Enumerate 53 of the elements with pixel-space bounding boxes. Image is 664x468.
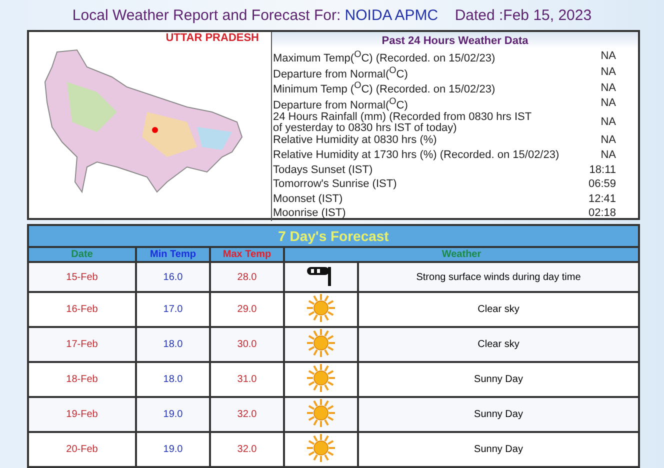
- table-cell: 20-Feb: [28, 432, 136, 467]
- data-value: 18:11: [589, 164, 616, 176]
- table-cell: 28.0: [210, 262, 284, 292]
- column-header: Max Temp: [210, 247, 284, 262]
- data-label: Moonrise (IST): [273, 208, 346, 220]
- sun-icon: [304, 328, 338, 358]
- table-cell: 18.0: [136, 327, 210, 362]
- table-cell: Sunny Day: [358, 397, 639, 432]
- table-cell: Sunny Day: [358, 432, 639, 467]
- data-label: Departure from Normal($^{O}$C): [273, 96, 408, 112]
- forecast-heading: 7 Day's Forecast: [28, 225, 639, 247]
- sun-icon: [304, 293, 338, 323]
- map-title: UTTAR PRADESH: [166, 32, 259, 44]
- table-cell: Strong surface winds during day time: [358, 262, 639, 292]
- column-header: Weather: [284, 247, 639, 262]
- section-heading: Past 24 Hours Weather Data: [272, 32, 638, 49]
- report-date: Dated :Feb 15, 2023: [454, 7, 592, 24]
- data-label: 24 Hours Rainfall (mm) (Recorded from 0830 hrs IST of yesterday to 0830 hrs IST of today): [273, 112, 532, 134]
- data-value: NA: [600, 135, 616, 146]
- table-cell: 32.0: [210, 397, 284, 432]
- data-value: 06:59: [588, 179, 616, 190]
- data-label: Departure from Normal($^{O}$C): [273, 64, 408, 80]
- data-value: NA: [600, 117, 616, 128]
- table-cell: 32.0: [210, 432, 284, 467]
- sun-icon: [304, 398, 338, 428]
- table-cell: 16.0: [136, 262, 210, 292]
- column-header: Date: [28, 247, 136, 262]
- data-label: Relative Humidity at 1730 hrs (%) (Recorded. on 15/02/23): [273, 150, 560, 161]
- data-value: NA: [600, 98, 616, 110]
- sun-icon: [304, 363, 338, 393]
- data-label: Relative Humidity at 0830 hrs (%): [273, 135, 437, 146]
- table-cell: 19.0: [136, 432, 210, 467]
- table-cell: 19-Feb: [28, 397, 136, 432]
- report-title: Local Weather Report and Forecast For:: [72, 7, 342, 24]
- table-cell: Clear sky: [358, 327, 639, 362]
- data-label: Moonset (IST): [273, 194, 343, 205]
- data-label: Minimum Temp ($^{O}$C) (Recorded. on 15/02/23): [273, 80, 496, 96]
- data-value: NA: [600, 66, 616, 78]
- table-cell: 30.0: [210, 327, 284, 362]
- table-cell: 15-Feb: [28, 262, 136, 292]
- data-value: NA: [600, 150, 616, 161]
- station-name: NOIDA APMC: [344, 7, 438, 24]
- data-label: Maximum Temp($^{O}$C) (Recorded. on 15/02/23): [273, 49, 496, 65]
- sun-icon: [304, 433, 338, 463]
- data-value: 12:41: [588, 194, 616, 205]
- data-value: 02:18: [588, 208, 616, 220]
- data-label: Todays Sunset (IST): [273, 164, 373, 176]
- table-cell: 19.0: [136, 397, 210, 432]
- data-label: Tomorrow's Sunrise (IST): [273, 179, 397, 190]
- data-value: NA: [600, 82, 616, 94]
- column-header: Min Temp: [136, 247, 210, 262]
- table-cell: 17-Feb: [28, 327, 136, 362]
- data-value: NA: [600, 51, 616, 62]
